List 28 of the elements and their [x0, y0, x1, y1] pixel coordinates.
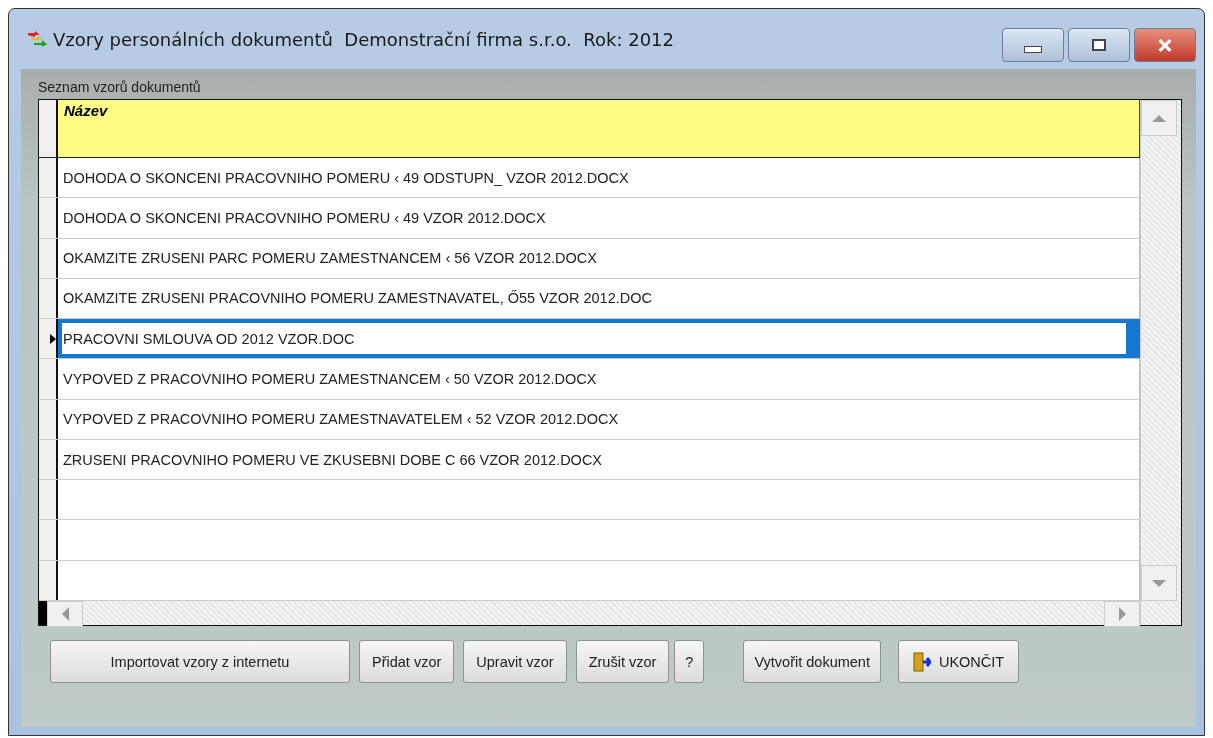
- row-selector[interactable]: [39, 198, 58, 238]
- action-button[interactable]: Vytvořit dokument: [743, 640, 881, 683]
- row-selector[interactable]: [39, 480, 58, 520]
- row-selector[interactable]: [39, 439, 58, 480]
- door-icon: [912, 651, 931, 672]
- row-selector[interactable]: [39, 319, 58, 359]
- row-selector[interactable]: [39, 399, 58, 439]
- exit-button[interactable]: UKONČIT: [897, 640, 1020, 683]
- row-selector[interactable]: [39, 100, 58, 157]
- row-selector[interactable]: [39, 157, 58, 198]
- action-button[interactable]: Upravit vzor: [463, 640, 567, 683]
- row-pointer-icon: [50, 333, 56, 344]
- close-button[interactable]: [1134, 28, 1196, 62]
- row-selector[interactable]: [39, 278, 58, 319]
- list-label: Seznam vzorů dokumentů: [38, 79, 202, 95]
- arrows-icon: [27, 31, 47, 47]
- row-selector[interactable]: [39, 520, 58, 560]
- row-selector[interactable]: [39, 359, 58, 399]
- window-title: Vzory personálních dokumentů Demonstrační firma s.r.o. Rok: 2012: [53, 28, 674, 50]
- minimize-button[interactable]: [1002, 28, 1064, 62]
- row-selector[interactable]: [39, 560, 58, 601]
- action-button[interactable]: Zrušit vzor: [575, 640, 670, 683]
- maximize-button[interactable]: [1068, 28, 1130, 62]
- action-button[interactable]: Přidat vzor: [359, 640, 455, 683]
- close-icon: [1157, 38, 1173, 52]
- help-button[interactable]: ?: [674, 640, 705, 683]
- row-selector[interactable]: [39, 238, 58, 278]
- action-button[interactable]: Importovat vzory z internetu: [50, 640, 350, 683]
